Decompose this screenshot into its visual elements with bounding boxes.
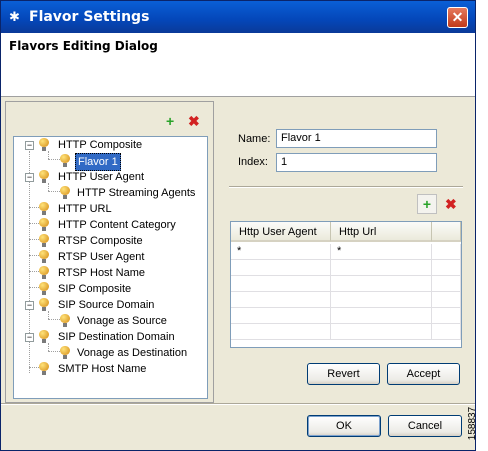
dialog-header: Flavors Editing Dialog [1,33,475,97]
index-label: Index: [238,156,268,168]
add-flavor-icon[interactable]: + [166,114,174,128]
flavor-settings-dialog: ✱ Flavor Settings ✕ Flavors Editing Dial… [0,0,476,451]
flavor-bulb-icon [39,298,49,311]
footer-separator [1,403,475,405]
table-cell [331,308,432,324]
flavor-bulb-icon [39,282,49,295]
table-cell[interactable]: * [331,244,432,260]
tree-connector-line [48,191,60,192]
tree-node-label: HTTP Composite [58,139,143,151]
tree-node-label: RTSP Host Name [58,267,146,279]
table-cell [432,324,461,340]
name-field[interactable]: Flavor 1 [276,129,437,148]
ok-button[interactable]: OK [307,415,381,437]
table-cell [231,292,331,308]
flavors-tree-panel: + ✖ − HTTP Composite Flavor 1 − HTTP Use… [5,101,214,403]
table-cell [432,276,461,292]
dialog-header-title: Flavors Editing Dialog [9,39,158,53]
tree-connector-line [48,151,49,159]
flavor-bulb-icon [39,138,49,151]
collapse-toggle-icon[interactable]: − [25,301,34,310]
tree-connector-line [48,311,49,319]
column-header-empty [432,222,461,242]
flavor-bulb-icon [60,346,70,359]
table-cell [331,324,432,340]
tree-connector-line [48,343,49,351]
name-label: Name: [238,133,271,145]
flavor-bulb-icon [39,202,49,215]
flavor-bulb-icon [60,314,70,327]
window-title: Flavor Settings [29,9,150,25]
title-bar[interactable]: ✱ Flavor Settings ✕ [1,1,475,33]
column-header-http-user-agent[interactable]: Http User Agent [231,222,331,242]
tree-connector-line [48,183,49,191]
flavor-bulb-icon [60,154,70,167]
tree-node-label: HTTP User Agent [58,171,144,183]
tree-node-label: Vonage as Destination [77,347,188,359]
tree-node-label: RTSP Composite [58,235,143,247]
table-cell [231,308,331,324]
delete-flavor-icon[interactable]: ✖ [188,114,200,128]
table-cell [331,260,432,276]
index-field[interactable]: 1 [276,153,437,172]
form-separator [229,186,463,188]
flavor-bulb-icon [39,234,49,247]
column-header-http-url[interactable]: Http Url [331,222,432,242]
tree-node-label: HTTP Content Category [58,219,176,231]
tree-node-label: SIP Destination Domain [58,331,175,343]
cisco-logo-icon: ✱ [9,9,20,24]
tree-node-label: Vonage as Source [77,315,167,327]
tree-node-label: HTTP URL [58,203,112,215]
revert-button[interactable]: Revert [307,363,380,385]
table-cell [432,260,461,276]
tree-node-label: SIP Source Domain [58,299,155,311]
table-cell [231,260,331,276]
table-cell [432,308,461,324]
figure-id-text: 158837 [467,406,479,441]
delete-row-icon[interactable]: ✖ [445,197,457,211]
table-cell [231,276,331,292]
table-cell [331,292,432,308]
flavor-bulb-icon [39,250,49,263]
tree-connector-line [48,319,60,320]
table-cell [432,244,461,260]
flavor-items-table: Http User Agent Http Url * * [230,221,462,348]
tree-connector-line [48,159,60,160]
flavor-bulb-icon [39,170,49,183]
collapse-toggle-icon[interactable]: − [25,141,34,150]
flavor-bulb-icon [39,218,49,231]
flavor-bulb-icon [39,362,49,375]
tree-node-label: SIP Composite [58,283,132,295]
tree-node-label: SMTP Host Name [58,363,147,375]
collapse-toggle-icon[interactable]: − [25,333,34,342]
collapse-toggle-icon[interactable]: − [25,173,34,182]
flavor-bulb-icon [60,186,70,199]
tree-connector-line [48,351,60,352]
table-cell [432,292,461,308]
accept-button[interactable]: Accept [387,363,460,385]
add-row-icon[interactable]: + [417,194,437,214]
table-cell[interactable]: * [231,244,331,260]
figure-id: 158837 [467,400,488,450]
cancel-button[interactable]: Cancel [388,415,462,437]
flavor-bulb-icon [39,330,49,343]
tree-node-label: HTTP Streaming Agents [77,187,196,199]
table-cell [231,324,331,340]
flavors-tree: − HTTP Composite Flavor 1 − HTTP User Ag… [13,136,208,399]
tree-node-label: RTSP User Agent [58,251,145,263]
flavor-bulb-icon [39,266,49,279]
table-cell [331,276,432,292]
close-button[interactable]: ✕ [447,7,468,28]
